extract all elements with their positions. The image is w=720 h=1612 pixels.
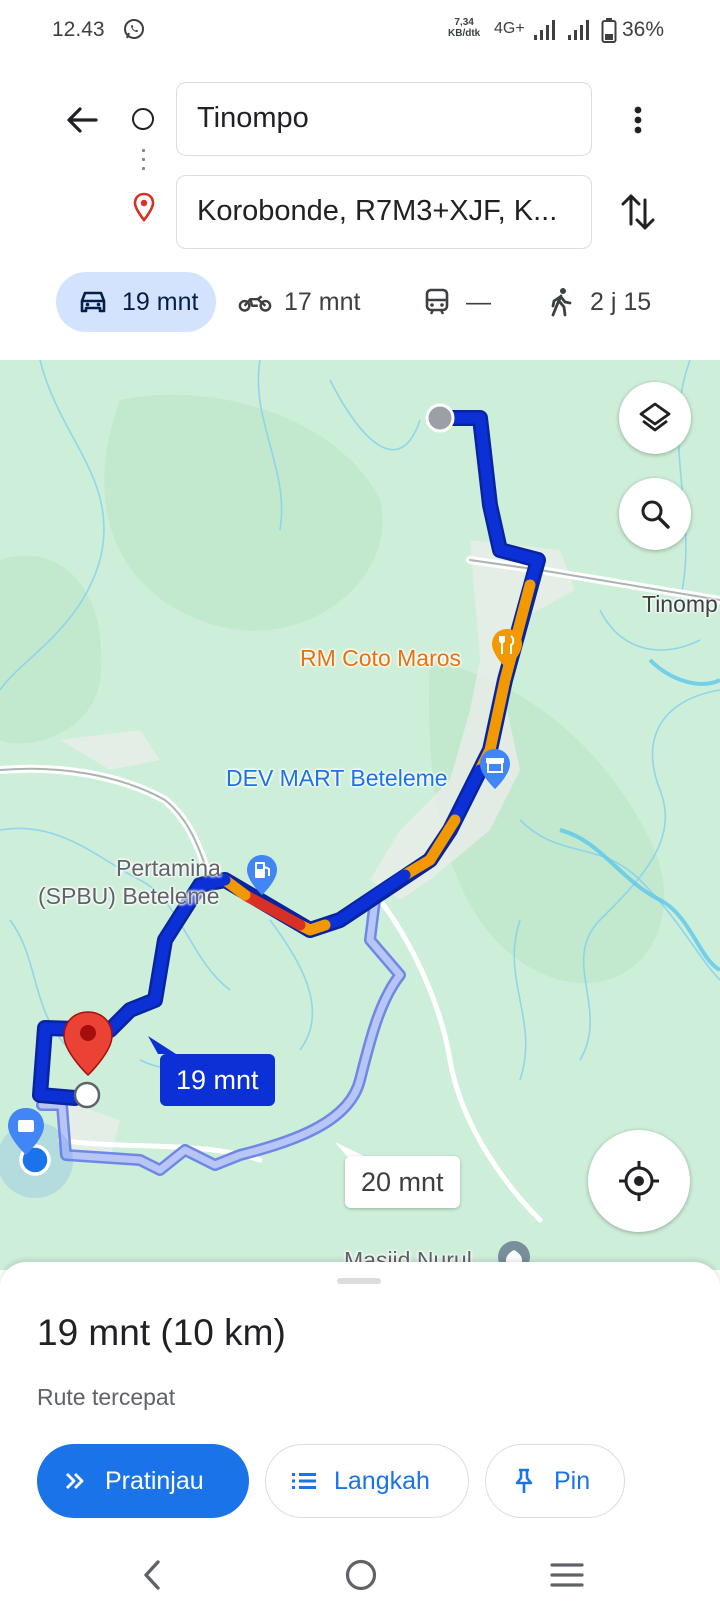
origin-field[interactable]: Tinompo (176, 82, 592, 156)
status-time: 12.43 (52, 18, 105, 41)
pin-button[interactable]: Pin (485, 1444, 625, 1518)
map-label-rm-coto-maros[interactable]: RM Coto Maros (300, 646, 461, 670)
preview-button[interactable]: Pratinjau (37, 1444, 249, 1518)
my-location-button[interactable] (588, 1130, 690, 1232)
signal-icon (568, 20, 589, 40)
map-label-pertamina-line2[interactable]: (SPBU) Beteleme (38, 884, 220, 908)
map-canvas (0, 360, 720, 1223)
network-speed: 7,34 KB/dtk (448, 17, 480, 39)
gas-station-icon[interactable] (245, 854, 279, 896)
pushpin-icon (510, 1467, 538, 1495)
motorcycle-icon (238, 285, 272, 319)
sheet-drag-handle[interactable] (337, 1278, 381, 1284)
mode-walk-label: 2 j 15 (590, 287, 652, 316)
nav-menu-icon[interactable] (550, 1560, 584, 1590)
steps-button[interactable]: Langkah (265, 1444, 469, 1518)
signal-icon (534, 20, 555, 40)
network-speed-value: 7,34 (454, 17, 474, 28)
my-location-icon (619, 1161, 659, 1201)
preview-button-label: Pratinjau (105, 1466, 204, 1495)
mode-transit[interactable]: — (420, 272, 491, 332)
nav-home-icon[interactable] (344, 1558, 378, 1592)
steps-button-label: Langkah (334, 1466, 430, 1495)
more-vert-icon[interactable] (620, 98, 656, 142)
layers-button[interactable] (619, 382, 691, 454)
double-chevron-right-icon (61, 1467, 89, 1495)
network-speed-unit: KB/dtk (448, 28, 481, 39)
layers-icon (639, 402, 671, 432)
route-summary: 19 mnt (10 km) (37, 1312, 286, 1353)
system-navbar (0, 1540, 720, 1612)
mode-car-label: 19 mnt (122, 287, 199, 316)
pin-button-label: Pin (554, 1466, 591, 1495)
map-label-tinompo: Tinomp (642, 591, 718, 617)
store-icon[interactable] (478, 748, 512, 790)
directions-header: Tinompo Korobonde, R7M3+XJF, K... 19 mnt (0, 62, 720, 360)
destination-field[interactable]: Korobonde, R7M3+XJF, K... (176, 175, 592, 249)
car-icon (76, 285, 110, 319)
mode-motorcycle-label: 17 mnt (284, 287, 361, 316)
mode-transit-label: — (466, 287, 491, 316)
restaurant-icon[interactable] (490, 628, 524, 670)
battery-icon (601, 18, 617, 43)
mode-walk[interactable]: 2 j 15 (544, 272, 651, 332)
status-bar: 12.43 7,34 KB/dtk 4G+ 36% (0, 0, 720, 62)
back-arrow-icon[interactable] (60, 98, 104, 142)
network-type: 4G+ (494, 20, 525, 37)
map-label-pertamina-line1[interactable]: Pertamina (116, 856, 221, 880)
travel-modes: 19 mnt 17 mnt — 2 j 15 (0, 272, 720, 336)
route-connector (142, 146, 145, 174)
battery-percent: 36% (622, 18, 665, 41)
walking-icon (544, 285, 578, 319)
destination-pin-icon (133, 192, 155, 222)
route-subtitle: Rute tercepat (37, 1384, 176, 1410)
mode-motorcycle[interactable]: 17 mnt (238, 272, 360, 332)
route-time-alternative[interactable]: 20 mnt (345, 1156, 460, 1208)
nav-back-icon[interactable] (138, 1558, 168, 1592)
mode-car[interactable]: 19 mnt (56, 272, 216, 332)
map-search-button[interactable] (619, 478, 691, 550)
map-view[interactable]: Tinomp RM Coto Maros DEV MART Beteleme P… (0, 360, 720, 1270)
list-icon (290, 1467, 318, 1495)
route-time-primary[interactable]: 19 mnt (160, 1054, 275, 1106)
search-icon (641, 500, 670, 529)
map-label-dev-mart[interactable]: DEV MART Beteleme (226, 766, 448, 790)
whatsapp-icon (124, 19, 144, 39)
origin-dot-icon (132, 108, 154, 130)
train-icon (420, 285, 454, 319)
swap-vert-icon[interactable] (618, 188, 658, 236)
